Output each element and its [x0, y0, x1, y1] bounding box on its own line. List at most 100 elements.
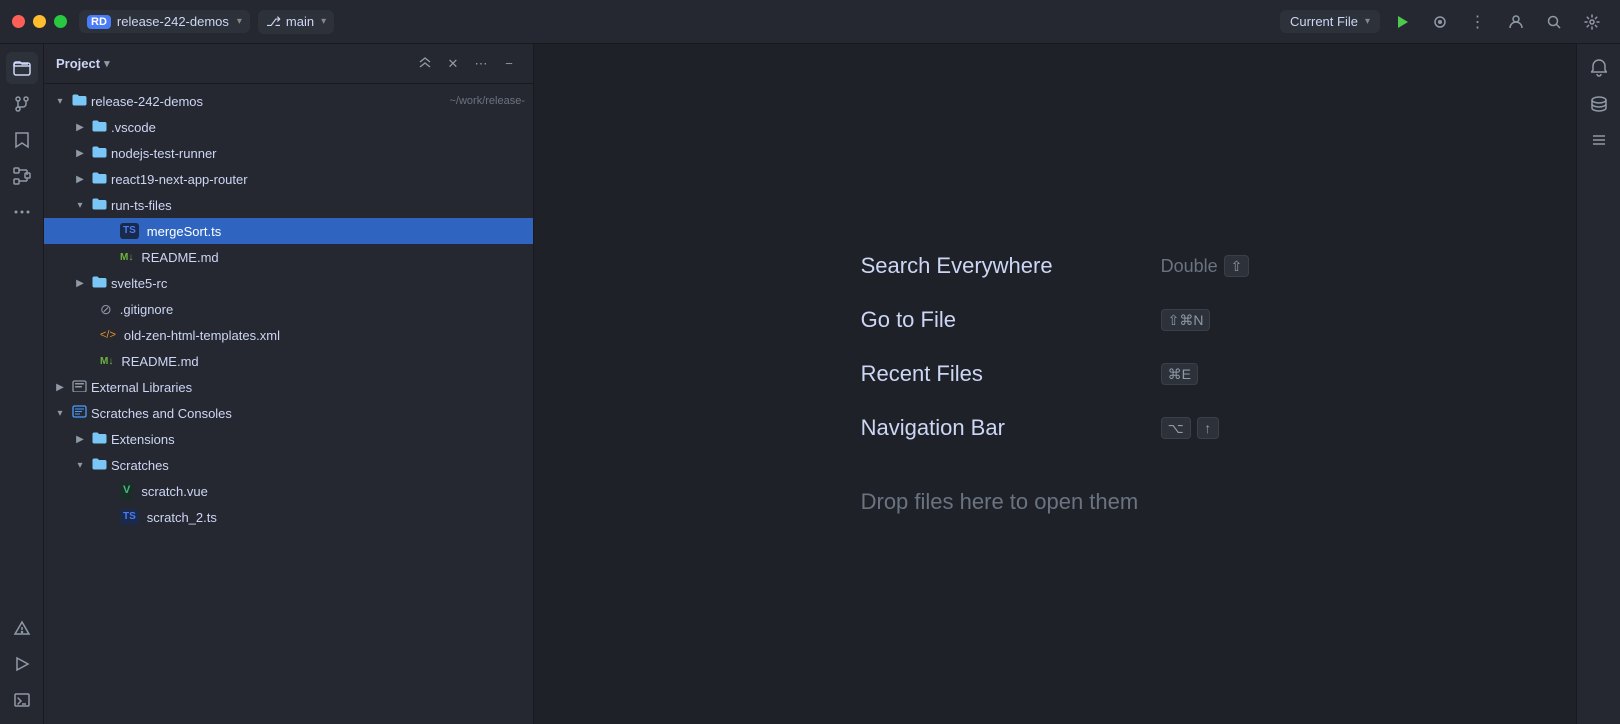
vscode-arrow-icon: ▶: [72, 122, 88, 133]
tree-item-scratches-consoles[interactable]: ▾ Scratches and Consoles: [44, 400, 533, 426]
gitignore-icon: ⊘: [100, 301, 112, 318]
sidebar-icon-more[interactable]: [6, 196, 38, 228]
current-file-chevron-icon: ▾: [1365, 16, 1370, 27]
vscode-folder-icon: [92, 119, 107, 135]
collapse-all-button[interactable]: [413, 52, 437, 76]
panel-more-button[interactable]: ⋯: [469, 52, 493, 76]
branch-chevron-icon: ▾: [321, 16, 326, 27]
recent-files-label: Recent Files: [861, 361, 1141, 387]
more-options-button[interactable]: ⋮: [1462, 8, 1494, 36]
scratches-icon: [72, 405, 87, 421]
tree-item-gitignore[interactable]: ⊘ .gitignore: [44, 296, 533, 322]
react19-arrow-icon: ▶: [72, 174, 88, 185]
scratch-ts-label: scratch_2.ts: [147, 510, 525, 525]
file-tree: ▾ release-242-demos ~/work/release- ▶ .v…: [44, 84, 533, 724]
current-file-label: Current File: [1290, 14, 1358, 29]
minimize-window-button[interactable]: [33, 15, 46, 28]
project-name: release-242-demos: [117, 14, 229, 29]
sidebar-icon-problems[interactable]: [6, 612, 38, 644]
root-label: release-242-demos: [91, 94, 441, 109]
search-everywhere-button[interactable]: [1538, 8, 1570, 36]
svelte5-label: svelte5-rc: [111, 276, 525, 291]
run-ts-folder-icon: [92, 197, 107, 213]
tree-item-scratch-vue[interactable]: V scratch.vue: [44, 478, 533, 504]
shift-key: ⇧: [1224, 255, 1250, 277]
sidebar-icon-git[interactable]: [6, 88, 38, 120]
ext-lib-arrow-icon: ▶: [52, 382, 68, 393]
tree-item-run-ts[interactable]: ▾ run-ts-files: [44, 192, 533, 218]
tree-item-extensions[interactable]: ▶ Extensions: [44, 426, 533, 452]
sidebar-icon-run[interactable]: [6, 648, 38, 680]
traffic-lights: [12, 15, 67, 28]
panel-title: Project ▾: [56, 56, 413, 71]
right-sidebar-notifications[interactable]: [1583, 52, 1615, 84]
debug-button[interactable]: [1424, 8, 1456, 36]
sidebar-icon-bookmark[interactable]: [6, 124, 38, 156]
run-button[interactable]: [1386, 8, 1418, 36]
tree-item-external-libraries[interactable]: ▶ External Libraries: [44, 374, 533, 400]
svelte5-folder-icon: [92, 275, 107, 291]
xml-icon: </>: [100, 329, 116, 341]
root-arrow-icon: ▾: [52, 96, 68, 107]
tree-item-nodejs[interactable]: ▶ nodejs-test-runner: [44, 140, 533, 166]
goto-file-row: Go to File ⇧⌘N: [861, 307, 1250, 333]
scratches-folder-icon: [92, 457, 107, 473]
search-everywhere-row: Search Everywhere Double ⇧: [861, 253, 1250, 279]
right-sidebar-database[interactable]: [1583, 88, 1615, 120]
xml-label: old-zen-html-templates.xml: [124, 328, 525, 343]
extensions-folder-icon: [92, 431, 107, 447]
panel-minimize-button[interactable]: −: [497, 52, 521, 76]
panel-header: Project ▾ ✕ ⋯ −: [44, 44, 533, 84]
run-ts-label: run-ts-files: [111, 198, 525, 213]
tree-item-mergesort[interactable]: TS mergeSort.ts: [44, 218, 533, 244]
close-window-button[interactable]: [12, 15, 25, 28]
project-switcher[interactable]: RD release-242-demos ▾: [79, 10, 250, 33]
vscode-label: .vscode: [111, 120, 525, 135]
maximize-window-button[interactable]: [54, 15, 67, 28]
tree-item-scratches-folder[interactable]: ▾ Scratches: [44, 452, 533, 478]
user-button[interactable]: [1500, 8, 1532, 36]
readme2-md-icon: M↓: [100, 356, 113, 367]
right-sidebar: [1576, 44, 1620, 724]
tree-item-scratch-ts[interactable]: TS scratch_2.ts: [44, 504, 533, 530]
navigation-bar-label: Navigation Bar: [861, 415, 1141, 441]
tree-item-vscode[interactable]: ▶ .vscode: [44, 114, 533, 140]
branch-name: main: [286, 14, 314, 29]
more-icon: ⋮: [1470, 12, 1487, 32]
nodejs-folder-icon: [92, 145, 107, 161]
close-panel-button[interactable]: ✕: [441, 52, 465, 76]
scratches-consoles-label: Scratches and Consoles: [91, 406, 525, 421]
sidebar-icon-folder[interactable]: [6, 52, 38, 84]
sidebar-icon-terminal[interactable]: [6, 684, 38, 716]
right-sidebar-list[interactable]: [1583, 124, 1615, 156]
tree-item-svelte5[interactable]: ▶ svelte5-rc: [44, 270, 533, 296]
goto-shortcut-kbd: ⇧⌘N: [1161, 309, 1211, 331]
tree-item-xml[interactable]: </> old-zen-html-templates.xml: [44, 322, 533, 348]
scratch-vue-icon: V: [120, 482, 133, 499]
settings-button[interactable]: [1576, 8, 1608, 36]
readme1-md-icon: M↓: [120, 252, 133, 263]
nodejs-label: nodejs-test-runner: [111, 146, 525, 161]
scratches-folder-label: Scratches: [111, 458, 525, 473]
sidebar-icon-structure[interactable]: [6, 160, 38, 192]
search-everywhere-label: Search Everywhere: [861, 253, 1141, 279]
panel-actions: ✕ ⋯ −: [413, 52, 521, 76]
recent-shortcut-kbd: ⌘E: [1161, 363, 1198, 385]
branch-switcher[interactable]: ⎇ main ▾: [258, 10, 334, 34]
drop-files-row: Drop files here to open them: [861, 479, 1250, 515]
tree-item-readme1[interactable]: M↓ README.md: [44, 244, 533, 270]
branch-icon: ⎇: [266, 14, 281, 30]
tree-item-root[interactable]: ▾ release-242-demos ~/work/release-: [44, 88, 533, 114]
extensions-label: Extensions: [111, 432, 525, 447]
extensions-arrow-icon: ▶: [72, 434, 88, 445]
tree-item-react19[interactable]: ▶ react19-next-app-router: [44, 166, 533, 192]
current-file-button[interactable]: Current File ▾: [1280, 10, 1380, 33]
gitignore-label: .gitignore: [120, 302, 525, 317]
mergesort-label: mergeSort.ts: [147, 224, 525, 239]
run-ts-arrow-icon: ▾: [72, 200, 88, 211]
mergesort-ts-icon: TS: [120, 223, 139, 239]
titlebar: RD release-242-demos ▾ ⎇ main ▾ Current …: [0, 0, 1620, 44]
tree-item-readme2[interactable]: M↓ README.md: [44, 348, 533, 374]
project-chevron-icon: ▾: [237, 16, 242, 27]
scratches-arrow-icon: ▾: [52, 408, 68, 419]
